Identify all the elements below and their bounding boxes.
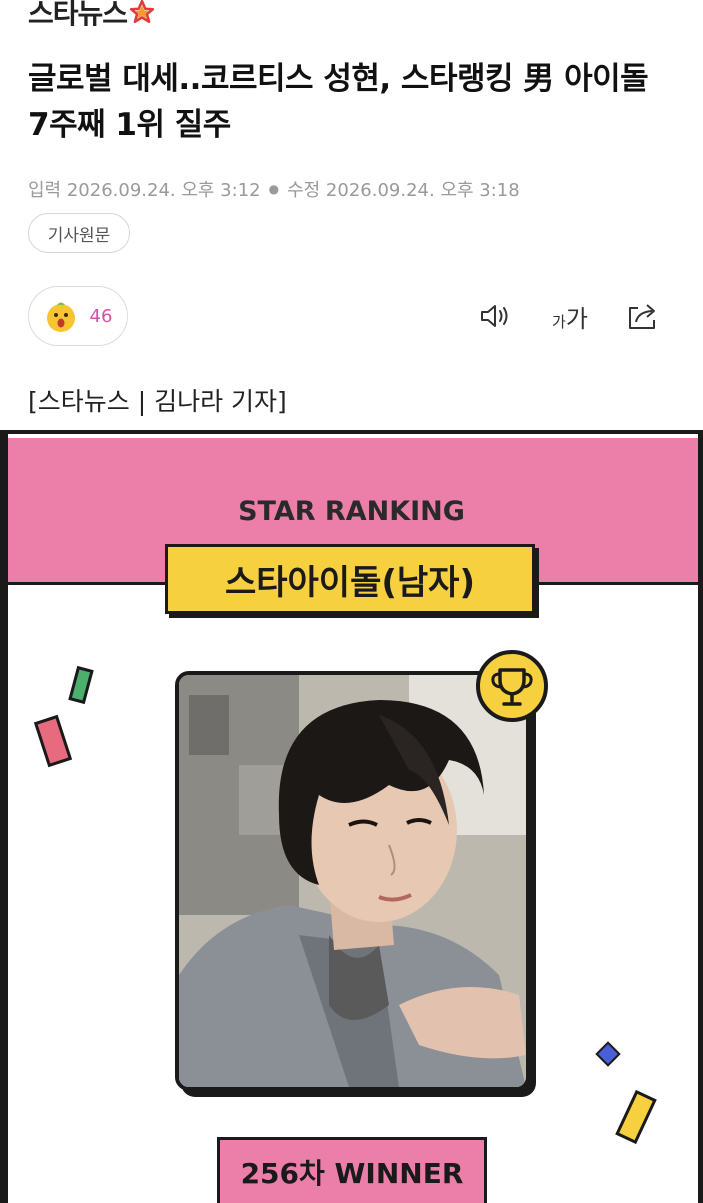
article-headline: 글로벌 대세..코르티스 성현, 스타랭킹 男 아이돌 7주째 1위 질주 bbox=[28, 61, 649, 143]
article-byline: [스타뉴스 | 김나라 기자] bbox=[28, 387, 287, 416]
share-icon bbox=[629, 304, 655, 329]
share-button[interactable] bbox=[622, 296, 662, 336]
date-separator: ● bbox=[268, 182, 280, 196]
card-title: STAR RANKING bbox=[238, 496, 465, 527]
speaker-icon bbox=[481, 305, 508, 327]
font-size-icon: 가가 bbox=[552, 304, 588, 333]
modified-date: 수정 2026.09.24. 오후 3:18 bbox=[287, 180, 520, 201]
confetti-decoration-left bbox=[33, 665, 94, 768]
logo-star-icon bbox=[129, 0, 155, 24]
font-size-button[interactable]: 가가 bbox=[548, 296, 592, 336]
card-border-left bbox=[0, 434, 8, 1203]
published-date: 입력 2026.09.24. 오후 3:12 bbox=[28, 180, 261, 201]
confetti-decoration-right bbox=[595, 1041, 657, 1145]
winner-label: 256차 WINNER bbox=[217, 1137, 487, 1203]
card-category-label: 스타아이돌(남자) bbox=[165, 544, 535, 614]
card-border-right bbox=[698, 434, 703, 1203]
trophy-icon bbox=[476, 650, 548, 722]
emoji-face-icon bbox=[46, 302, 75, 332]
reaction-button[interactable]: 46 bbox=[28, 286, 128, 346]
star-ranking-card: STAR RANKING 스타아이돌(남자) 256차 WINNER bbox=[0, 430, 703, 1203]
site-logo[interactable]: 스타뉴스 bbox=[28, 0, 155, 32]
original-article-button[interactable]: 기사원문 bbox=[28, 213, 130, 253]
article-dates: 입력 2026.09.24. 오후 3:12 ● 수정 2026.09.24. 오후… bbox=[28, 176, 520, 202]
text-to-speech-button[interactable] bbox=[476, 296, 516, 336]
reaction-count: 46 bbox=[89, 305, 113, 327]
idol-photo bbox=[175, 671, 530, 1091]
logo-text: 스타뉴스 bbox=[28, 0, 128, 30]
